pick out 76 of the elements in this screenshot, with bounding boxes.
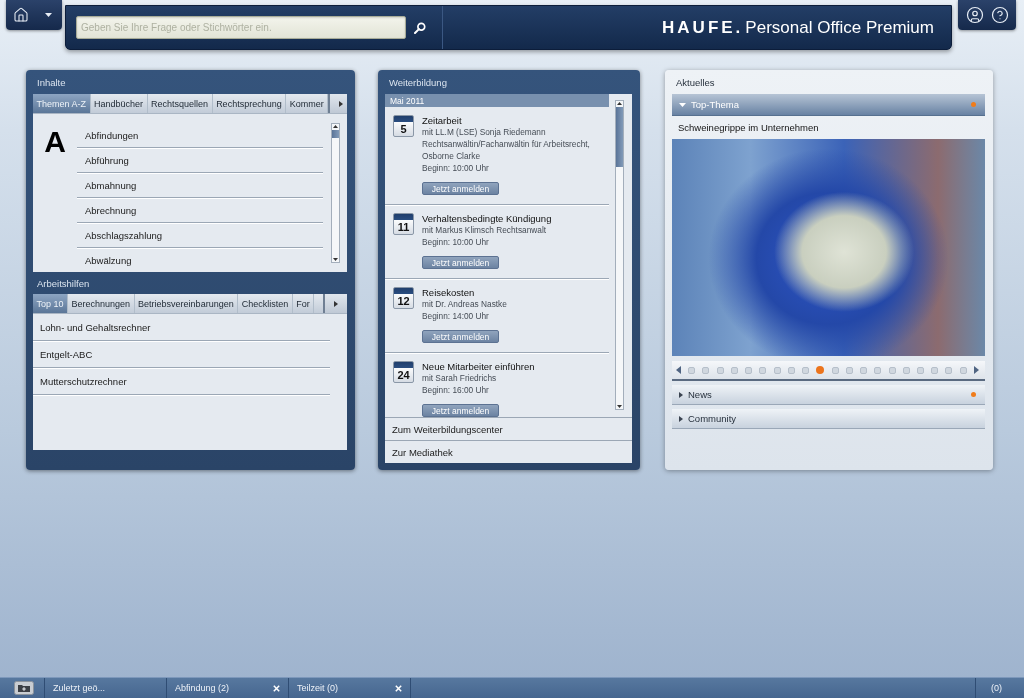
tool-link[interactable]: Entgelt-ABC — [33, 341, 330, 368]
topic-link[interactable]: Abfindungen — [77, 123, 323, 148]
event-title: Verhaltensbedingte Kündigung — [422, 213, 552, 224]
tab[interactable]: Rechtsquellen — [147, 94, 213, 113]
speaker-text: mit Sarah Friedrichs — [422, 372, 497, 384]
scroll-up-icon[interactable] — [617, 102, 622, 105]
caret-right-icon — [334, 300, 338, 307]
topic-link[interactable]: Abschlagszahlung — [77, 223, 323, 248]
start-time: Beginn: 10:00 Uhr — [422, 236, 489, 248]
slide-dot[interactable] — [816, 366, 825, 374]
topic-link[interactable]: Abführung — [77, 148, 323, 173]
calendar-date: 11 — [393, 213, 414, 235]
tool-link[interactable]: Mutterschutzrechner — [33, 368, 330, 395]
calendar-date: 12 — [393, 287, 414, 309]
taskbar-tab[interactable]: Abfindung (2) — [167, 678, 289, 698]
caret-right-icon — [679, 415, 683, 422]
counter-label: (0) — [991, 683, 1002, 693]
more-tabs-button[interactable] — [328, 94, 347, 113]
taskbar-tab[interactable]: Teilzeit (0) — [289, 678, 411, 698]
event-title: Zeitarbeit — [422, 115, 462, 126]
tool-link[interactable]: Lohn- und Gehaltsrechner — [33, 314, 330, 341]
help-icon[interactable] — [991, 6, 1009, 24]
close-icon[interactable] — [395, 684, 402, 692]
calendar-date: 5 — [393, 115, 414, 137]
section-title: Inhalte — [37, 76, 66, 88]
scrollbar[interactable] — [331, 123, 340, 263]
section-title: Arbeitshilfen — [37, 277, 90, 289]
accordion-header[interactable]: News — [672, 385, 985, 405]
next-arrow-icon[interactable] — [973, 366, 979, 374]
caret-right-icon — [679, 391, 683, 398]
scroll-down-icon[interactable] — [333, 258, 338, 261]
tab[interactable]: Handbücher — [90, 94, 148, 113]
scroll-up-icon[interactable] — [333, 125, 338, 128]
brand-logo: HAUFE. — [662, 17, 744, 38]
panel-title: Aktuelles — [676, 76, 715, 88]
accordion-header[interactable]: Community — [672, 409, 985, 429]
home-icon[interactable] — [13, 7, 29, 23]
footer-link[interactable]: Zur Mediathek — [385, 440, 632, 463]
caret-down-icon — [679, 102, 686, 107]
speaker-text: mit Dr. Andreas Nastke — [422, 298, 507, 310]
scrollbar-thumb[interactable] — [332, 130, 339, 138]
start-time: Beginn: 14:00 Uhr — [422, 310, 489, 322]
tab[interactable]: Betriebsvereinbarungen — [134, 294, 239, 313]
scroll-down-icon[interactable] — [617, 405, 622, 408]
tab[interactable]: Checklisten — [238, 294, 293, 313]
search-field[interactable]: Geben Sie Ihre Frage oder Stichwörter ein. — [76, 16, 406, 39]
taskbar-tab[interactable]: Zuletzt geö... — [45, 678, 167, 698]
caret-down-icon[interactable] — [45, 13, 52, 17]
close-icon[interactable] — [273, 684, 280, 692]
previous-arrow-icon[interactable] — [676, 366, 681, 374]
start-time: Beginn: 16:00 Uhr — [422, 384, 489, 396]
caret-right-icon — [339, 100, 344, 107]
panel-title: Weiterbildung — [389, 76, 447, 88]
start-time: Beginn: 10:00 Uhr — [422, 162, 489, 174]
tab[interactable]: Berechnungen — [68, 294, 135, 313]
speaker-text: mit Markus Klimsch Rechtsanwalt — [422, 224, 547, 236]
month-header: Mai 2011 — [385, 94, 609, 107]
index-letter: A — [44, 127, 66, 157]
topic-link[interactable]: Abrechnung — [77, 198, 323, 223]
tab[interactable]: Rechtsprechung — [212, 94, 287, 113]
footer-link[interactable]: Zum Weiterbildungscenter — [385, 417, 632, 440]
search-icon[interactable] — [414, 21, 426, 34]
user-icon[interactable] — [966, 6, 984, 24]
tab[interactable]: For — [292, 294, 315, 313]
event-title: Neue Mitarbeiter einführen — [422, 361, 535, 372]
folder-plus-icon[interactable] — [14, 681, 34, 695]
headline-link[interactable]: Schweinegrippe im Unternehmen — [672, 116, 985, 139]
scrollbar-thumb[interactable] — [616, 107, 623, 167]
event-title: Reisekosten — [422, 287, 475, 298]
product-name: Personal Office Premium — [745, 17, 934, 38]
calendar-date: 24 — [393, 361, 414, 383]
more-tabs-button[interactable] — [323, 294, 347, 313]
topic-link[interactable]: Abwälzung — [77, 248, 323, 272]
scrollbar[interactable] — [615, 100, 624, 410]
topic-link[interactable]: Abmahnung — [77, 173, 323, 198]
speaker-text: mit LL.M (LSE) Sonja Riedemann Rechtsanwältin/Fachanwältin für Arbeitsrecht, Osborne Clarke — [422, 126, 591, 162]
